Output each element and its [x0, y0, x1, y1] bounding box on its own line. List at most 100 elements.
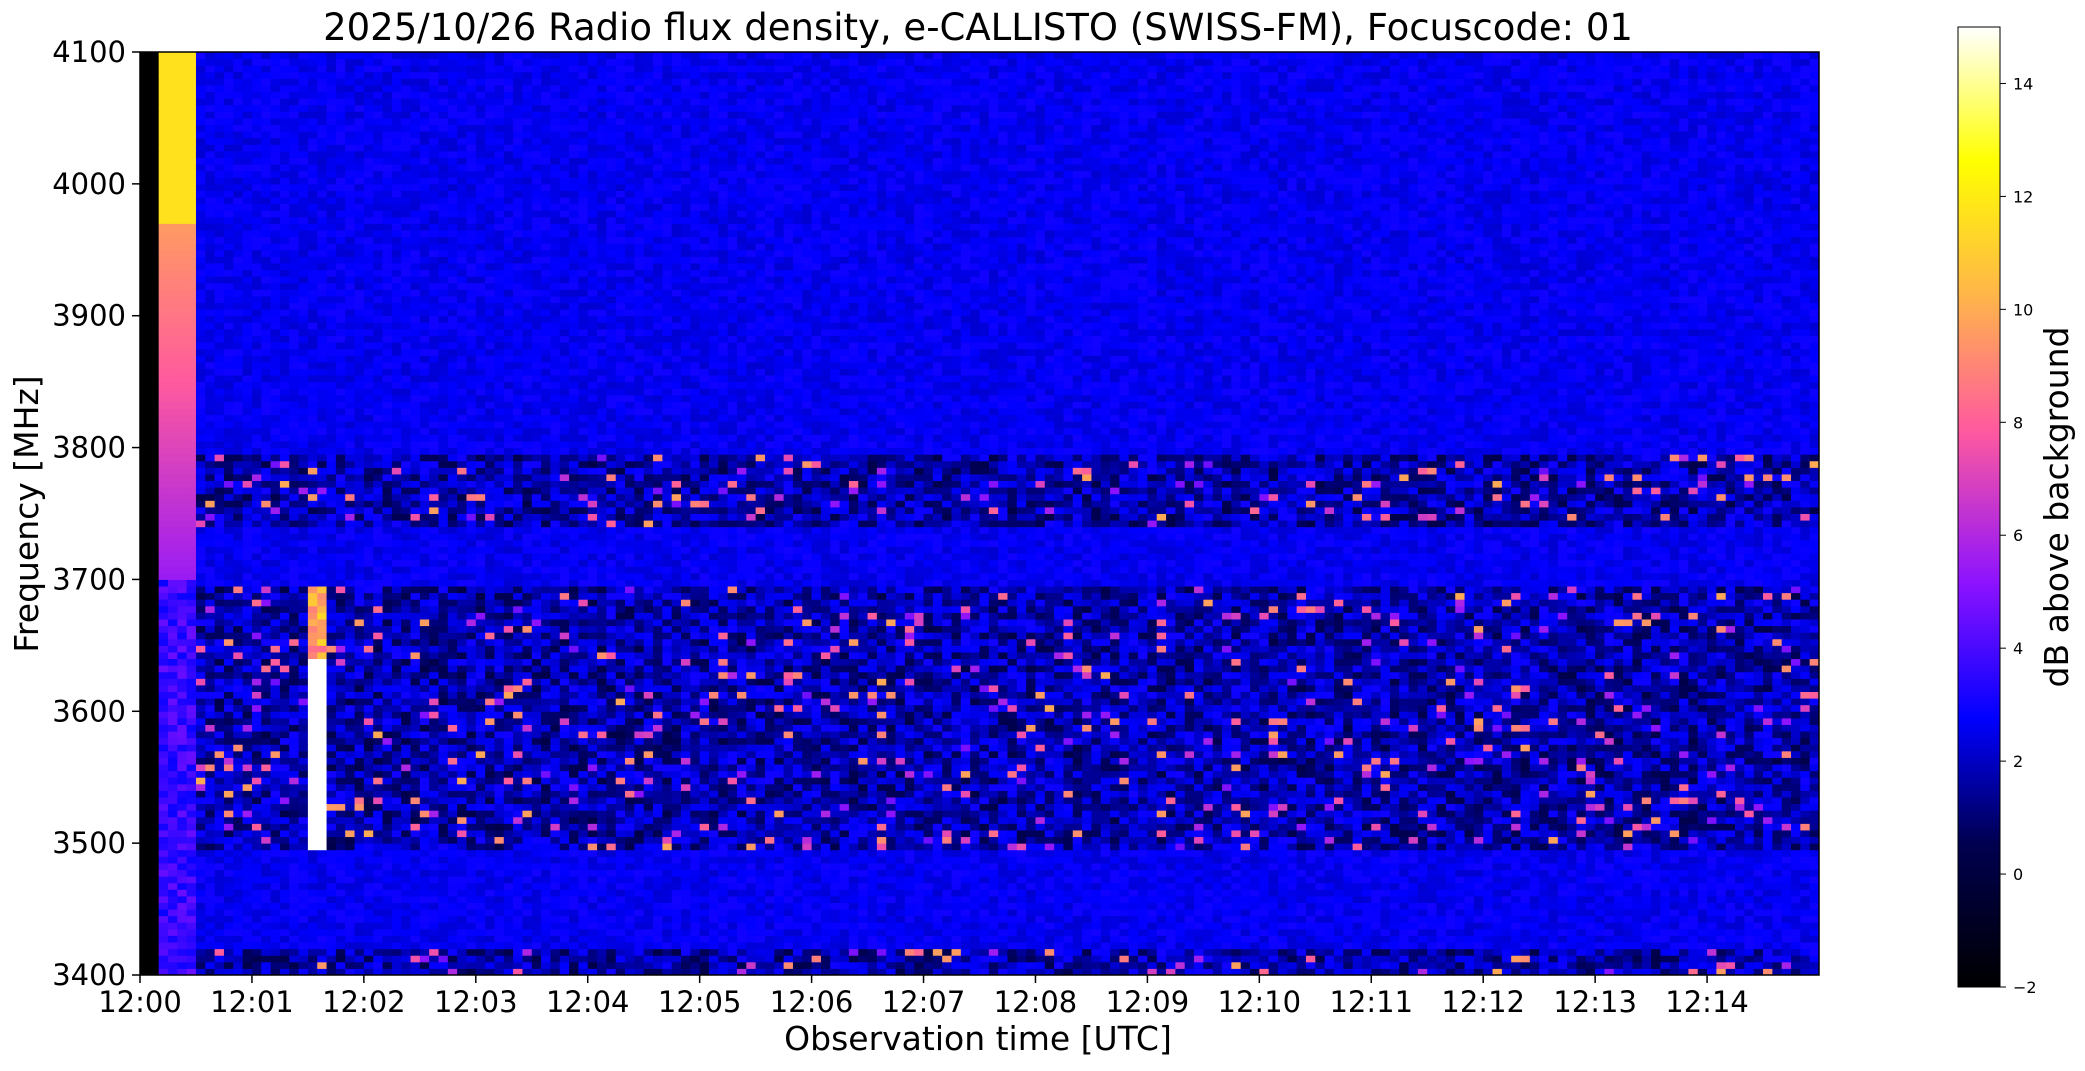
heatmap-cell	[690, 883, 700, 890]
heatmap-cell	[457, 863, 467, 870]
heatmap-cell	[569, 876, 579, 883]
heatmap-cell	[1110, 883, 1120, 890]
heatmap-cell	[364, 962, 374, 969]
heatmap-cell	[1502, 949, 1512, 956]
heatmap-cell	[700, 902, 710, 909]
heatmap-cell	[1502, 837, 1512, 844]
heatmap-cell	[653, 850, 663, 857]
heatmap-cell	[438, 856, 448, 863]
heatmap-cell	[1567, 929, 1577, 936]
heatmap-cell	[308, 804, 318, 811]
heatmap-cell	[1175, 817, 1185, 824]
heatmap-cell	[1241, 883, 1251, 890]
heatmap-cell	[1269, 942, 1279, 949]
heatmap-cell	[1754, 870, 1764, 877]
heatmap-cell	[1063, 935, 1073, 942]
heatmap-cell	[597, 870, 607, 877]
heatmap-cell	[1604, 942, 1614, 949]
heatmap-cell	[1744, 870, 1754, 877]
heatmap-cell	[756, 830, 766, 837]
heatmap-cell	[952, 896, 962, 903]
heatmap-cell	[1315, 870, 1325, 877]
heatmap-cell	[886, 955, 896, 962]
heatmap-cell	[420, 955, 430, 962]
heatmap-cell	[1147, 817, 1157, 824]
heatmap-cell	[438, 837, 448, 844]
heatmap-cell	[1399, 909, 1409, 916]
heatmap-cell	[1511, 935, 1521, 942]
heatmap-cell	[728, 850, 738, 857]
heatmap-cell	[1278, 922, 1288, 929]
heatmap-cell	[1157, 883, 1167, 890]
heatmap-cell	[196, 850, 206, 857]
heatmap-cell	[1688, 810, 1698, 817]
heatmap-cell	[560, 876, 570, 883]
heatmap-cell	[1185, 949, 1195, 956]
heatmap-cell	[578, 804, 588, 811]
heatmap-cell	[1082, 843, 1092, 850]
heatmap-cell	[625, 810, 635, 817]
heatmap-cell	[345, 804, 355, 811]
heatmap-cell	[205, 883, 215, 890]
heatmap-cell	[606, 870, 616, 877]
heatmap-cell	[1418, 870, 1428, 877]
heatmap-cell	[653, 823, 663, 830]
heatmap-cell	[1707, 935, 1717, 942]
heatmap-cell	[504, 810, 514, 817]
heatmap-cell	[709, 935, 719, 942]
heatmap-cell	[662, 902, 672, 909]
heatmap-cell	[1679, 889, 1689, 896]
heatmap-cell	[1343, 823, 1353, 830]
heatmap-cell	[625, 850, 635, 857]
heatmap-cell	[429, 902, 439, 909]
heatmap-cell	[1772, 850, 1782, 857]
heatmap-cell	[364, 935, 374, 942]
heatmap-cell	[476, 929, 486, 936]
heatmap-cell	[1511, 843, 1521, 850]
heatmap-cell	[569, 962, 579, 969]
heatmap-cell	[149, 790, 159, 797]
heatmap-cell	[1390, 949, 1400, 956]
heatmap-cell	[1558, 850, 1568, 857]
heatmap-cell	[644, 850, 654, 857]
heatmap-cell	[1782, 909, 1792, 916]
heatmap-cell	[504, 856, 514, 863]
heatmap-cell	[401, 876, 411, 883]
heatmap-cell	[1632, 929, 1642, 936]
heatmap-cell	[1185, 902, 1195, 909]
heatmap-cell	[700, 949, 710, 956]
heatmap-cell	[858, 876, 868, 883]
heatmap-cell	[476, 962, 486, 969]
heatmap-cell	[1110, 804, 1120, 811]
heatmap-cell	[215, 797, 225, 804]
heatmap-cell	[1007, 876, 1017, 883]
heatmap-cell	[1427, 876, 1437, 883]
heatmap-cell	[998, 837, 1008, 844]
heatmap-cell	[681, 863, 691, 870]
heatmap-cell	[709, 909, 719, 916]
heatmap-cell	[634, 949, 644, 956]
heatmap-cell	[401, 830, 411, 837]
heatmap-cell	[1399, 856, 1409, 863]
heatmap-cell	[224, 850, 234, 857]
heatmap-cell	[970, 797, 980, 804]
heatmap-cell	[1604, 856, 1614, 863]
heatmap-cell	[849, 790, 859, 797]
heatmap-cell	[1157, 922, 1167, 929]
heatmap-cell	[187, 922, 197, 929]
heatmap-cell	[196, 810, 206, 817]
heatmap-cell	[728, 817, 738, 824]
heatmap-cell	[1511, 817, 1521, 824]
heatmap-cell	[1446, 823, 1456, 830]
heatmap-cell	[886, 830, 896, 837]
heatmap-cell	[1334, 810, 1344, 817]
heatmap-cell	[289, 810, 299, 817]
heatmap-cell	[1604, 883, 1614, 890]
heatmap-cell	[522, 949, 532, 956]
heatmap-cell	[1157, 942, 1167, 949]
heatmap-cell	[653, 843, 663, 850]
heatmap-cell	[1110, 830, 1120, 837]
heatmap-cell	[261, 850, 271, 857]
heatmap-cell	[1026, 856, 1036, 863]
heatmap-cell	[1586, 922, 1596, 929]
